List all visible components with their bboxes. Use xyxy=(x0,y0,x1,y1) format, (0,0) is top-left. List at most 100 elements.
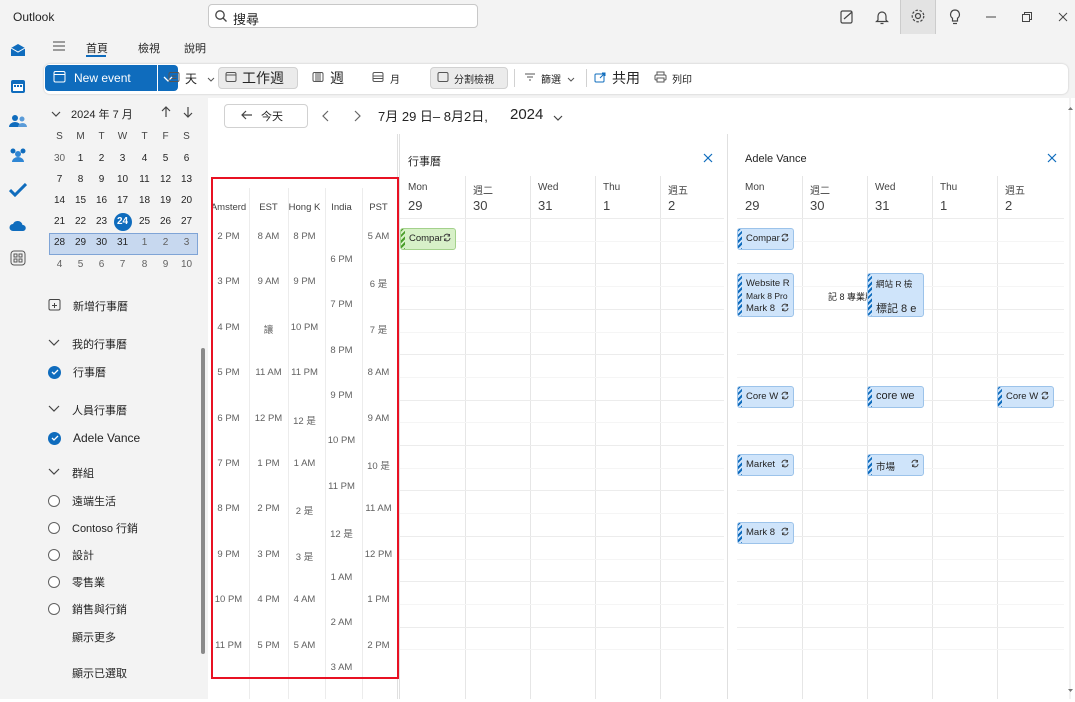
close-icon[interactable] xyxy=(1052,7,1074,27)
mini-calendar-day[interactable]: 5 xyxy=(70,255,91,275)
close-pane-button[interactable] xyxy=(703,152,713,166)
day-number[interactable]: 31 xyxy=(875,198,889,213)
mini-calendar-day[interactable]: 3 xyxy=(112,149,133,169)
mini-calendar-day[interactable]: 16 xyxy=(91,191,112,211)
event-core-work-wed[interactable]: core we xyxy=(867,386,924,408)
today-button[interactable]: 今天 xyxy=(224,104,308,128)
mini-calendar-day[interactable]: 1 xyxy=(70,149,91,169)
mini-calendar-day[interactable]: 21 xyxy=(49,212,70,232)
todo-check-icon[interactable] xyxy=(8,180,28,200)
mini-calendar-day[interactable]: 24 xyxy=(112,212,133,232)
event-website-review-wed[interactable]: 網站 R 檢標記 8 e xyxy=(867,273,924,317)
mini-calendar-day[interactable]: 8 xyxy=(70,170,91,190)
tab-help[interactable]: 說明 xyxy=(184,40,206,56)
mini-calendar-day[interactable]: 13 xyxy=(176,170,197,190)
restore-icon[interactable] xyxy=(1016,7,1038,27)
mini-calendar-day[interactable]: 30 xyxy=(91,233,112,253)
month-view-button[interactable]: 月 xyxy=(372,67,406,89)
show-more-link[interactable]: 顯示更多 xyxy=(72,629,116,645)
calendar-item[interactable]: 行事曆 xyxy=(48,364,106,380)
event-website-review[interactable]: Website R Mark 8 Pro Mark 8 xyxy=(737,273,794,317)
mini-calendar-day[interactable]: 19 xyxy=(155,191,176,211)
mini-calendar-day[interactable]: 30 xyxy=(49,149,70,169)
split-view-button[interactable]: 分割檢視 xyxy=(430,67,508,89)
bell-icon[interactable] xyxy=(871,7,893,27)
mini-calendar-day[interactable]: 12 xyxy=(155,170,176,190)
new-event-button[interactable]: New event xyxy=(45,65,157,91)
group-item[interactable]: 遠端生活 xyxy=(48,493,116,509)
mini-calendar-day[interactable]: 20 xyxy=(176,191,197,211)
mini-calendar-day[interactable]: 29 xyxy=(70,233,91,253)
year-label[interactable]: 2024 xyxy=(510,106,543,123)
mini-calendar-day[interactable]: 27 xyxy=(176,212,197,232)
event-company[interactable]: Compar xyxy=(737,228,794,250)
date-range-label[interactable]: 7月 29 日– 8月2日, xyxy=(378,106,488,125)
mini-calendar-day[interactable]: 28 xyxy=(49,233,70,253)
day-view-button[interactable]: 天 xyxy=(168,67,215,89)
adele-calendar-item[interactable]: Adele Vance xyxy=(48,431,140,445)
tab-view[interactable]: 檢視 xyxy=(138,40,160,56)
mini-calendar-month[interactable]: 2024 年 7 月 xyxy=(71,106,133,122)
share-button[interactable]: 共用 xyxy=(594,67,644,89)
group-item[interactable]: 銷售與行銷 xyxy=(48,601,127,617)
event-core-work[interactable]: Core W xyxy=(737,386,794,408)
day-number[interactable]: 30 xyxy=(473,198,487,213)
mini-calendar-day[interactable]: 4 xyxy=(49,255,70,275)
event-market[interactable]: Market xyxy=(737,454,794,476)
mini-calendar-day[interactable]: 9 xyxy=(91,170,112,190)
event-core-work-fri[interactable]: Core W xyxy=(997,386,1054,408)
filter-button[interactable]: 篩選 xyxy=(524,67,584,89)
chevron-down-icon[interactable] xyxy=(553,111,563,125)
mini-calendar-day[interactable]: 7 xyxy=(112,255,133,275)
arrow-up-icon[interactable] xyxy=(161,106,171,121)
arrow-down-icon[interactable] xyxy=(183,106,193,121)
people-icon[interactable] xyxy=(8,111,28,131)
mini-calendar-day[interactable]: 10 xyxy=(112,170,133,190)
tab-home[interactable]: 首頁 xyxy=(86,40,108,56)
chevron-left-icon[interactable] xyxy=(322,110,330,125)
week-view-button[interactable]: 週 xyxy=(312,67,354,89)
mini-calendar-day[interactable]: 6 xyxy=(176,149,197,169)
main-scrollbar[interactable] xyxy=(1066,98,1075,699)
groups-group[interactable]: 群組 xyxy=(48,465,94,481)
mini-calendar-day[interactable]: 1 xyxy=(134,233,155,253)
work-week-view-button[interactable]: 工作週 xyxy=(218,67,298,89)
event-market-wed[interactable]: 市場 xyxy=(867,454,924,476)
day-number[interactable]: 2 xyxy=(668,198,675,213)
event-mark8[interactable]: Mark 8 xyxy=(737,522,794,544)
mini-calendar-day[interactable]: 2 xyxy=(155,233,176,253)
group-item[interactable]: Contoso 行銷 xyxy=(48,520,138,536)
mini-calendar-day[interactable]: 6 xyxy=(91,255,112,275)
day-number[interactable]: 29 xyxy=(745,198,759,213)
mini-calendar-day[interactable]: 5 xyxy=(155,149,176,169)
mini-calendar-day[interactable]: 22 xyxy=(70,212,91,232)
mini-calendar-day[interactable]: 11 xyxy=(134,170,155,190)
mini-calendar-day[interactable]: 9 xyxy=(155,255,176,275)
add-calendar-button[interactable]: 新增行事曆 xyxy=(48,298,128,314)
minimize-icon[interactable] xyxy=(980,7,1002,27)
mini-calendar-day[interactable]: 7 xyxy=(49,170,70,190)
print-button[interactable]: 列印 xyxy=(654,67,704,89)
day-number[interactable]: 2 xyxy=(1005,198,1012,213)
day-number[interactable]: 30 xyxy=(810,198,824,213)
mini-calendar-day[interactable]: 10 xyxy=(176,255,197,275)
close-pane-button[interactable] xyxy=(1047,152,1057,166)
mini-calendar-day[interactable]: 14 xyxy=(49,191,70,211)
settings-button[interactable] xyxy=(900,0,936,34)
mini-calendar-day[interactable]: 2 xyxy=(91,149,112,169)
day-number[interactable]: 1 xyxy=(603,198,610,213)
people-calendars-group[interactable]: 人員行事曆 xyxy=(48,402,127,418)
chevron-right-icon[interactable] xyxy=(353,110,361,125)
show-selected-link[interactable]: 顯示已選取 xyxy=(72,665,127,681)
groups-icon[interactable] xyxy=(8,145,28,165)
hamburger-menu-icon[interactable] xyxy=(52,40,66,55)
search-input[interactable]: 搜尋 xyxy=(233,9,259,28)
onedrive-cloud-icon[interactable] xyxy=(8,216,28,236)
lightbulb-icon[interactable] xyxy=(944,7,966,27)
calendar-app-icon[interactable] xyxy=(8,76,28,96)
mini-calendar-day[interactable]: 15 xyxy=(70,191,91,211)
event-company[interactable]: Compar xyxy=(400,228,456,250)
mini-calendar-day[interactable]: 17 xyxy=(112,191,133,211)
mini-calendar-day[interactable]: 18 xyxy=(134,191,155,211)
chevron-down-icon[interactable] xyxy=(51,107,61,121)
